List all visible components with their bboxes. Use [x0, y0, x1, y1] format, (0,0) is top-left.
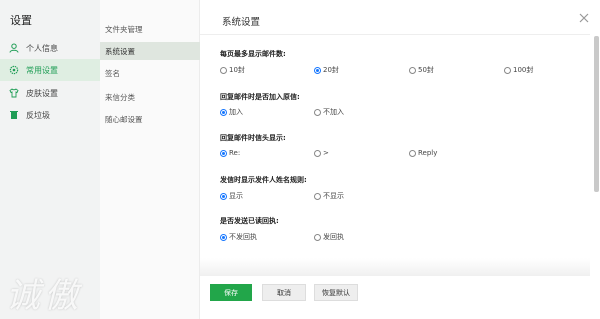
radio-not-include[interactable]: 不加入 — [314, 107, 344, 117]
gear-icon — [8, 64, 20, 76]
setting-label-reply-header: 回复邮件时信头显示: — [220, 134, 286, 142]
nav-item-label: 反垃圾 — [26, 110, 50, 120]
cancel-button[interactable]: 取消 — [262, 284, 306, 301]
nav-item-skin-settings[interactable]: 皮肤设置 — [0, 82, 100, 104]
sub-item-suixin-mail-settings[interactable]: 随心邮设置 — [100, 110, 200, 128]
setting-label-mails-per-page: 每页最多显示邮件数: — [220, 50, 286, 58]
radio-send-receipt[interactable]: 发回执 — [314, 232, 344, 242]
content-fade — [200, 258, 590, 276]
sub-nav: 文件夹管理 系统设置 签名 来信分类 随心邮设置 — [100, 0, 200, 319]
trash-icon — [8, 109, 20, 121]
radio-gt[interactable]: > — [314, 149, 329, 157]
radio-20[interactable]: 20封 — [314, 65, 339, 75]
sub-item-mail-classification[interactable]: 来信分类 — [100, 88, 200, 106]
reset-default-button[interactable]: 恢复默认 — [314, 284, 358, 301]
radio-no-receipt[interactable]: 不发回执 — [220, 232, 257, 242]
radio-50[interactable]: 50封 — [409, 65, 434, 75]
setting-label-include-original: 回复邮件时是否加入原信: — [220, 93, 300, 101]
settings-content: 系统设置 每页最多显示邮件数: 10封 20封 50封 100封 回复邮件时是否… — [200, 0, 600, 319]
radio-re[interactable]: Re: — [220, 149, 240, 157]
shirt-icon — [8, 87, 20, 99]
nav-item-personal-info[interactable]: 个人信息 — [0, 37, 100, 59]
nav-item-anti-spam[interactable]: 反垃圾 — [0, 104, 100, 126]
nav-item-label: 常用设置 — [26, 65, 58, 75]
sub-item-signature[interactable]: 签名 — [100, 64, 200, 82]
radio-not-show[interactable]: 不显示 — [314, 191, 344, 201]
nav-item-label: 个人信息 — [26, 43, 58, 53]
page-title: 系统设置 — [222, 17, 261, 28]
close-icon — [579, 13, 589, 23]
watermark: 诚傲 — [6, 276, 82, 316]
sub-item-folder-management[interactable]: 文件夹管理 — [100, 20, 200, 38]
radio-reply[interactable]: Reply — [409, 149, 437, 157]
radio-10[interactable]: 10封 — [220, 65, 245, 75]
setting-label-read-receipt: 是否发送已读回执: — [220, 217, 279, 225]
radio-include[interactable]: 加入 — [220, 107, 243, 117]
settings-title: 设置 — [10, 14, 32, 27]
nav-item-common-settings[interactable]: 常用设置 — [0, 59, 100, 81]
user-icon — [8, 42, 20, 54]
close-button[interactable] — [578, 9, 590, 23]
radio-show[interactable]: 显示 — [220, 191, 243, 201]
save-button[interactable]: 保存 — [210, 284, 252, 301]
radio-100[interactable]: 100封 — [504, 65, 533, 75]
sub-item-system-settings[interactable]: 系统设置 — [100, 42, 200, 60]
scrollbar[interactable] — [594, 36, 599, 192]
nav-item-label: 皮肤设置 — [26, 88, 58, 98]
divider — [200, 34, 590, 35]
setting-label-sender-name-rule: 发信时显示发件人姓名规则: — [220, 176, 307, 184]
